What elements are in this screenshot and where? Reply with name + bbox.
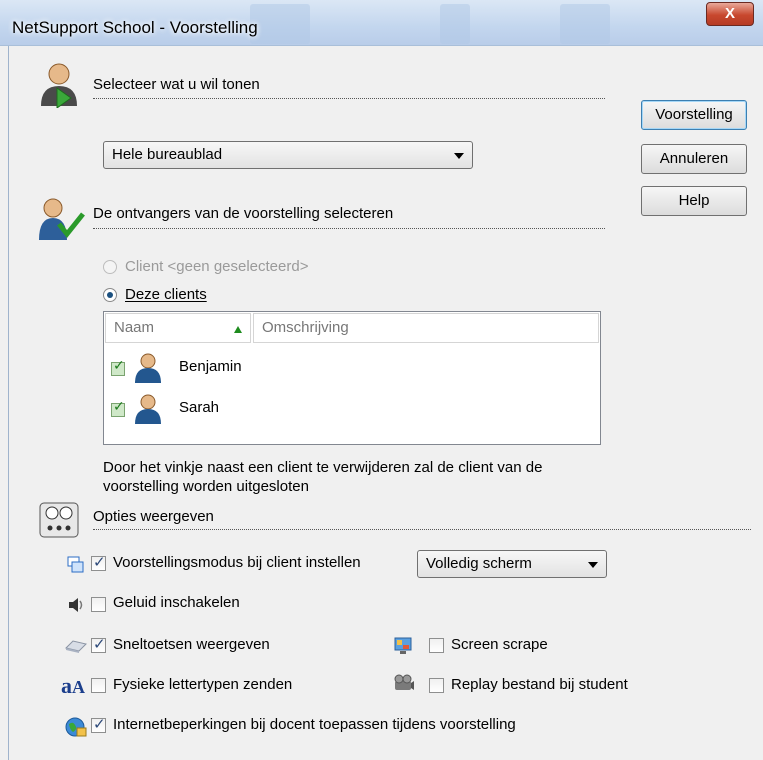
column-header-name[interactable]: Naam <box>105 313 251 343</box>
radio-these-clients-label: Deze clients <box>125 286 207 303</box>
background-glass <box>250 4 310 44</box>
show-what-select[interactable]: Hele bureaublad <box>103 141 473 169</box>
shortcuts-label: Sneltoetsen weergeven <box>113 636 270 653</box>
mode-checkbox[interactable] <box>91 553 106 571</box>
replay-label: Replay bestand bij student <box>451 676 628 693</box>
chevron-down-icon <box>588 562 598 568</box>
sound-checkbox[interactable] <box>91 597 106 612</box>
chevron-down-icon <box>454 153 464 159</box>
physical-fonts-checkbox[interactable] <box>91 678 106 693</box>
speaker-icon <box>69 598 83 612</box>
mode-select-value: Volledig scherm <box>426 555 532 572</box>
show-what-value: Hele bureaublad <box>112 146 223 163</box>
client-name: Benjamin <box>179 358 242 375</box>
separator <box>93 228 605 229</box>
window-title: NetSupport School - Voorstelling <box>12 18 258 37</box>
replay-checkbox[interactable] <box>429 678 444 693</box>
radio-these-clients[interactable] <box>103 288 117 302</box>
font-icon: aA <box>61 673 85 698</box>
clients-list[interactable]: Naam Omschrijving Benjamin Sarah <box>103 311 601 445</box>
mode-select[interactable]: Volledig scherm <box>417 550 607 578</box>
help-button[interactable]: Help <box>641 186 747 216</box>
user-icon <box>135 394 161 424</box>
close-button[interactable]: X <box>706 2 754 26</box>
separator <box>93 98 605 99</box>
shortcuts-checkbox[interactable] <box>91 635 106 653</box>
presenter-icon <box>41 63 77 108</box>
dialog-body: Selecteer wat u wil tonen Hele bureaubla… <box>8 46 763 760</box>
client-checkbox[interactable] <box>111 358 125 376</box>
internet-restrictions-label: Internetbeperkingen bij docent toepassen… <box>113 716 516 733</box>
show-section-heading: Selecteer wat u wil tonen <box>93 76 260 93</box>
globe-lock-icon <box>65 717 87 737</box>
recipients-note-line-2: voorstelling worden uitgesloten <box>103 478 309 495</box>
client-checkbox[interactable] <box>111 399 125 417</box>
users-check-icon <box>39 198 85 240</box>
internet-restrictions-checkbox[interactable] <box>91 715 106 733</box>
column-header-name-label: Naam <box>114 319 155 336</box>
column-header-description[interactable]: Omschrijving <box>253 313 599 343</box>
recipients-section-heading: De ontvangers van de voorstelling select… <box>93 205 394 222</box>
screen-scrape-label: Screen scrape <box>451 636 548 653</box>
user-icon <box>135 353 161 383</box>
title-bar: NetSupport School - Voorstelling X <box>0 0 763 46</box>
sound-label: Geluid inschakelen <box>113 594 240 611</box>
separator <box>93 529 751 530</box>
background-glass <box>440 4 470 44</box>
background-glass <box>560 4 610 44</box>
windows-icon <box>67 556 84 573</box>
options-panel-icon <box>39 502 79 538</box>
keyboard-icon <box>65 640 87 653</box>
monitor-icon <box>394 637 412 654</box>
client-name: Sarah <box>179 399 220 416</box>
sort-ascending-icon <box>234 326 242 333</box>
radio-single-client[interactable] <box>103 260 117 274</box>
physical-fonts-label: Fysieke lettertypen zenden <box>113 676 293 693</box>
recipients-note-line-1: Door het vinkje naast een client te verw… <box>103 459 543 476</box>
show-button[interactable]: Voorstelling <box>641 100 747 130</box>
options-section-heading: Opties weergeven <box>93 508 214 525</box>
radio-single-client-label: Client <geen geselecteerd> <box>125 258 309 275</box>
mode-label: Voorstellingsmodus bij client instellen <box>113 554 361 571</box>
cancel-button[interactable]: Annuleren <box>641 144 747 174</box>
screen-scrape-checkbox[interactable] <box>429 638 444 653</box>
projector-icon <box>394 674 414 690</box>
